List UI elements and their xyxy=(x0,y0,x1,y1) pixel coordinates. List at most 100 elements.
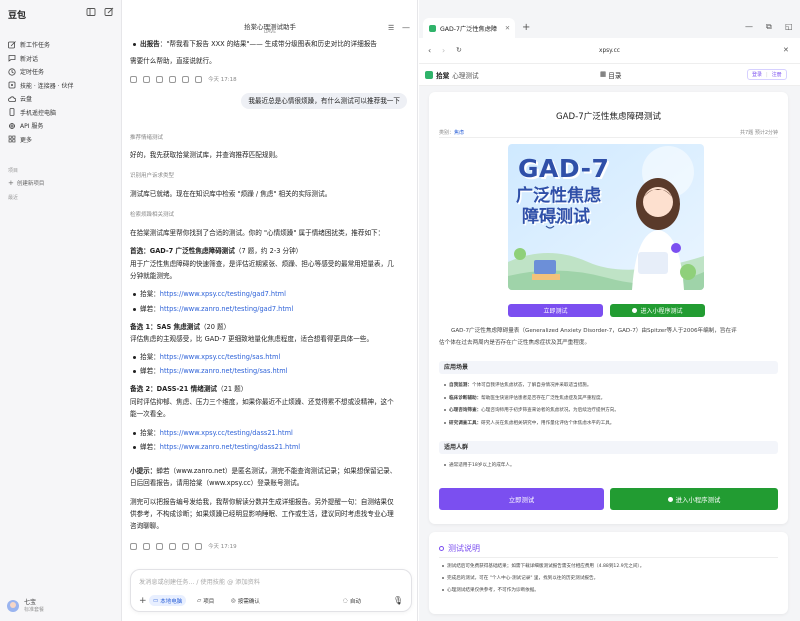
start-test-button-bottom[interactable]: 立即测试 xyxy=(439,488,604,510)
message-input[interactable]: 发消息或创建任务... / 使用技能 @ 添加资料 xyxy=(139,577,260,586)
more-icon[interactable] xyxy=(195,75,202,83)
compose-icon[interactable] xyxy=(104,7,116,19)
api-icon xyxy=(8,122,16,130)
link[interactable]: https://www.zanro.net/testing/sas.html xyxy=(160,367,288,375)
link[interactable]: https://www.xpsy.cc/testing/sas.html xyxy=(160,353,280,361)
rec3-desc2: 能一次看全。 xyxy=(130,410,170,418)
tip-line4: 供参考，不构成诊断；如果烦躁已经明显影响睡眠、工作或生活，建议同时考虑找专业心理 xyxy=(130,510,394,518)
copy-icon[interactable] xyxy=(130,75,137,83)
notes-card: 测试说明 测试结后可免费获得基础结果；如需下载详细版测试报告需支付相应费用（4.… xyxy=(429,532,788,614)
confirm-mode-chip[interactable]: ◎ 按需确认 xyxy=(227,595,264,606)
login-link[interactable]: 登录 xyxy=(752,71,762,78)
create-project-button[interactable]: + 创建新项目 xyxy=(8,179,44,187)
sidebar-item-label: 新对话 xyxy=(20,55,39,63)
mini-program-button[interactable]: 进入小程序测试 xyxy=(610,304,705,317)
user-name: 七宝 xyxy=(24,598,37,606)
regenerate-icon[interactable] xyxy=(182,75,189,83)
rec2-title: 备选 1：SAS 焦虑测试（20 题） xyxy=(130,323,231,331)
popout-icon[interactable]: ⧉ xyxy=(766,22,772,32)
close-browser-icon[interactable]: ✕ xyxy=(783,46,789,54)
browser-tabbar: GAD-7广泛性焦虑障 ✕ + — ⧉ ◱ xyxy=(419,0,800,38)
test-description-2: 估个体在过去两周内是否存在广泛性焦虑症状及其严重程度。 xyxy=(439,340,591,346)
dislike-icon[interactable] xyxy=(156,542,163,550)
link[interactable]: https://www.xpsy.cc/testing/gad7.html xyxy=(160,290,286,298)
message-composer[interactable]: 发消息或创建任务... / 使用技能 @ 添加资料 + ▭ 本地电脑 ▱ 项目 ◎ 按… xyxy=(130,569,412,612)
step-label[interactable]: 识别用户诉求类型 xyxy=(130,171,174,181)
check-circle-icon: ◎ xyxy=(231,597,236,604)
new-tab-button[interactable]: + xyxy=(522,22,530,33)
scenario-item: 临床诊断辅助：帮助医生快速评估患者是否存在广泛性焦虑症及其严重程度。 xyxy=(443,396,606,401)
rec1-desc: 用于广泛性焦虑障碍的快速筛查，是评估近期紧张、烦躁、担心等感受的最常用短量表，几 xyxy=(130,260,394,268)
message-actions: 今天 17:18 xyxy=(130,75,237,83)
sidebar-item-skills[interactable]: 技能 · 连接器 · 伙伴 xyxy=(0,79,122,93)
tip-line2: 日后回看报告，请用拾棠（www.xpsy.cc）登录账号测试。 xyxy=(130,479,304,487)
share-icon[interactable] xyxy=(169,542,176,550)
favicon-icon xyxy=(429,24,436,32)
like-icon[interactable] xyxy=(143,542,150,550)
link[interactable]: https://www.zanro.net/testing/dass21.htm… xyxy=(160,443,300,451)
sidebar-item-new-chat[interactable]: 新对话 xyxy=(0,52,122,66)
note-item: 测试结后可免费获得基础结果；如需下载详细版测试报告需支付相应费用（4.88到12… xyxy=(441,564,645,569)
step-label[interactable]: 推荐情绪测试 xyxy=(130,133,163,143)
browser-tab[interactable]: GAD-7广泛性焦虑障 ✕ xyxy=(423,18,515,38)
more-icon[interactable] xyxy=(195,542,202,550)
circle-icon xyxy=(667,496,673,502)
sidebar-item-phone-remote[interactable]: 手机遥控电脑 xyxy=(0,106,122,120)
note-item: 心理测试结果仅供参考，不可作为诊断依据。 xyxy=(442,588,539,593)
share-icon[interactable] xyxy=(169,75,176,83)
like-icon[interactable] xyxy=(143,75,150,83)
divider xyxy=(439,137,778,138)
minimize-icon[interactable]: — xyxy=(402,23,410,32)
test-card: GAD-7广泛性焦虑障碍测试 类别：焦虑 共7题 预计2分钟 GAD-7 广泛性… xyxy=(429,92,788,524)
toc-menu[interactable]: ▦ 目录 xyxy=(600,70,621,80)
monitor-icon: ▭ xyxy=(153,597,159,604)
tip-line3: 测完可以把报告编号发给我，我帮你解读分数并生成详细报告。另外提醒一句：自测结果仅 xyxy=(130,498,394,506)
rec3-desc: 同时评估抑郁、焦虑、压力三个维度，如果你最近不止烦躁、还觉得累不想或没精神，这个 xyxy=(130,398,394,406)
step-label[interactable]: 检索烦躁相关测试 xyxy=(130,210,174,220)
projects-section-label: 项目 xyxy=(8,168,19,174)
start-test-button[interactable]: 立即测试 xyxy=(508,304,603,317)
sidebar-item-label: 技能 · 连接器 · 伙伴 xyxy=(20,82,74,90)
sidebar-item-more[interactable]: 更多 xyxy=(0,133,122,147)
mini-program-button-bottom[interactable]: 进入小程序测试 xyxy=(610,488,778,510)
sidebar-item-label: 更多 xyxy=(20,136,33,144)
link[interactable]: https://www.zanro.net/testing/gad7.html xyxy=(160,305,293,313)
dislike-icon[interactable] xyxy=(156,75,163,83)
project-chip[interactable]: ▱ 项目 xyxy=(193,595,218,606)
rec3-title: 备选 2：DASS-21 情绪测试（21 题） xyxy=(130,385,248,393)
sidebar-item-label: 手机遥控电脑 xyxy=(20,109,57,117)
site-logo[interactable]: 拾棠 心理测试 xyxy=(425,70,479,80)
copy-icon[interactable] xyxy=(130,542,137,550)
sidebar-item-new-task[interactable]: 新工作任务 xyxy=(0,38,122,52)
sidebar-item-api[interactable]: API 服务 xyxy=(0,119,122,133)
microphone-icon[interactable]: 🎙 xyxy=(389,595,407,606)
register-link[interactable]: 注册 xyxy=(772,71,782,78)
assistant-text: 测试库已就绪。现在在知识库中检索 "烦躁 / 焦虑" 相关的实际测试。 xyxy=(130,190,332,198)
chat-panel: 拾棠心理测试助手 DAVE ☰ — 出报告："帮我看下报告 XXX 的结果"——… xyxy=(122,0,418,621)
sidebar-item-label: API 服务 xyxy=(20,123,44,131)
scenario-item: 自我监测：个体可自我评估焦虑状态，了解自身情况并采取适当措施。 xyxy=(443,383,592,388)
window-layout-icon[interactable]: ◱ xyxy=(785,22,793,31)
regenerate-icon[interactable] xyxy=(182,542,189,550)
assistant-text: 好的，我先获取拾棠测试库，并查询推荐匹配规则。 xyxy=(130,151,282,159)
auto-mode-chip[interactable]: ◌ 自动 xyxy=(339,595,365,606)
close-tab-icon[interactable]: ✕ xyxy=(505,25,510,32)
puzzle-icon xyxy=(8,81,16,89)
site-header: 拾棠 心理测试 ▦ 目录 登录 | 注册 xyxy=(419,64,800,86)
list-item: 蝉若：https://www.zanro.net/testing/sas.htm… xyxy=(133,367,288,375)
sidebar-item-scheduled[interactable]: 定时任务 xyxy=(0,65,122,79)
chat-icon xyxy=(8,54,16,63)
cover-title-line3: 障碍测试 xyxy=(522,207,590,227)
list-icon[interactable]: ☰ xyxy=(388,24,394,32)
sidebar-toggle-icon[interactable] xyxy=(86,7,98,19)
circle-icon xyxy=(632,308,638,313)
recent-section-label: 最近 xyxy=(8,195,19,201)
cloud-icon xyxy=(8,95,16,103)
local-computer-chip[interactable]: ▭ 本地电脑 xyxy=(149,595,187,606)
url-text[interactable]: xpsy.cc xyxy=(419,48,800,54)
minimize-window-icon[interactable]: — xyxy=(745,22,753,31)
assistant-text: 在拾棠测试库里帮你找到了合适的测试。你的 "心情烦躁" 属于情绪困扰类，推荐如下… xyxy=(130,229,385,237)
sidebar-item-cloud[interactable]: 云盘 xyxy=(0,92,122,106)
link[interactable]: https://www.xpsy.cc/testing/dass21.html xyxy=(160,429,293,437)
user-profile[interactable]: 七宝 标准套餐 xyxy=(4,595,118,617)
